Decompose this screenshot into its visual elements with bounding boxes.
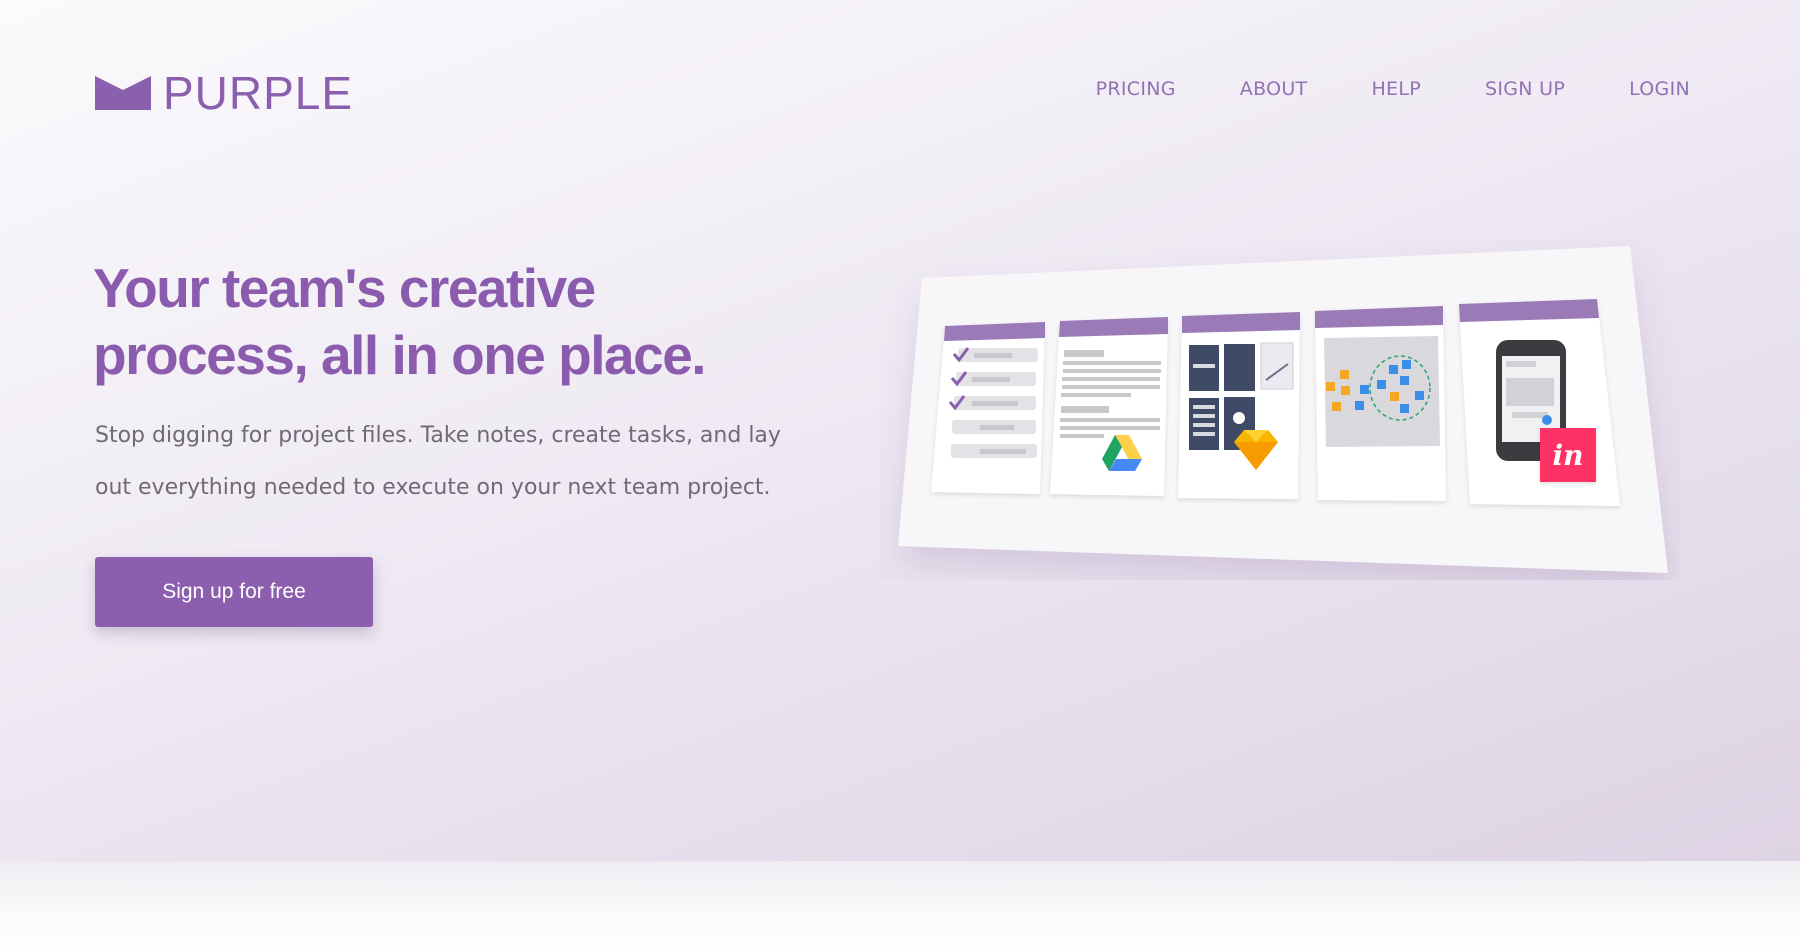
main-nav: PRICING ABOUT HELP SIGN UP LOGIN — [1096, 78, 1690, 100]
envelope-m-icon — [95, 76, 151, 110]
hero-headline: Your team's creative process, all in one… — [93, 257, 707, 386]
product-illustration: in — [880, 240, 1680, 580]
hero-section: PURPLE PRICING ABOUT HELP SIGN UP LOGIN … — [0, 0, 1800, 861]
hero-subtext: Stop digging for project files. Take not… — [95, 423, 781, 500]
logo[interactable]: PURPLE — [95, 70, 353, 116]
mobile-prototype-card: in — [1459, 299, 1620, 506]
nav-item-help[interactable]: HELP — [1371, 78, 1421, 100]
sign-up-button[interactable]: Sign up for free — [95, 557, 373, 627]
invision-badge-text: in — [1553, 439, 1584, 472]
nav-item-login[interactable]: LOGIN — [1629, 78, 1690, 100]
flowchart-card — [1315, 306, 1446, 501]
notes-card — [1050, 317, 1168, 496]
nav-item-sign-up[interactable]: SIGN UP — [1485, 78, 1565, 100]
brand-name: PURPLE — [163, 67, 354, 119]
nav-item-pricing[interactable]: PRICING — [1096, 78, 1176, 100]
invision-icon: in — [1540, 428, 1596, 482]
wireframes-card — [1178, 312, 1300, 499]
nav-item-about[interactable]: ABOUT — [1240, 78, 1308, 100]
checklist-card — [931, 322, 1045, 494]
next-section — [0, 861, 1800, 950]
